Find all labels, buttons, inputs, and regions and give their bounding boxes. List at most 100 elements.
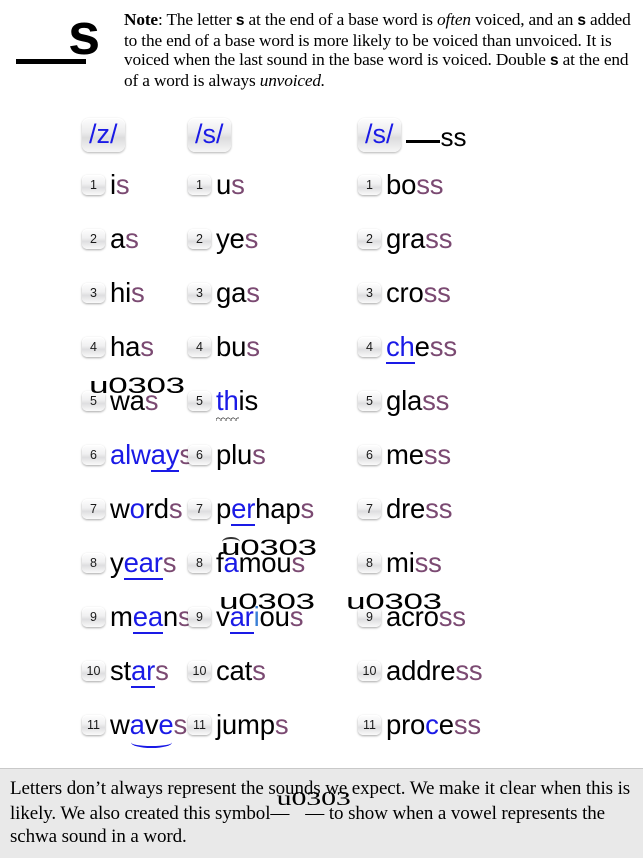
row-number: 9 <box>188 607 211 627</box>
page-title: s <box>68 2 101 67</box>
page-header: s Note: The letter s at the end of a bas… <box>0 0 643 112</box>
word-famous: famous <box>216 537 305 578</box>
row-number: 2 <box>188 229 211 249</box>
word-row[interactable]: 9 means <box>82 590 192 644</box>
word-his: his <box>110 277 145 308</box>
word-is: is <box>110 169 130 200</box>
word-row[interactable]: 7 dress <box>358 482 643 536</box>
word-row[interactable]: 3 gas <box>188 266 350 320</box>
word-us: us <box>216 169 245 200</box>
footer-band: Letters don’t always represent the sound… <box>0 768 643 858</box>
row-number: 5 <box>82 391 105 411</box>
word-bus: bus <box>216 331 260 362</box>
word-glass: glass <box>386 385 450 416</box>
word-row[interactable]: 9across <box>358 590 643 644</box>
schwa-symbol-icon <box>289 800 305 819</box>
word-columns: /z/ 1is 2as 3his 4has 5was 6always 7word… <box>0 112 643 752</box>
row-number: 1 <box>188 175 211 195</box>
column-header-row-s: /s/ <box>188 112 350 158</box>
word-row[interactable]: 4 has <box>82 320 180 374</box>
word-row[interactable]: 1 is <box>82 158 180 212</box>
blank-line <box>405 139 440 143</box>
word-row[interactable]: 8 years <box>82 536 180 590</box>
row-number: 6 <box>82 445 105 465</box>
word-row[interactable]: 5 glass <box>358 374 643 428</box>
chip-suffix-label: ss <box>440 121 467 152</box>
word-boss: boss <box>386 169 444 200</box>
row-number: 10 <box>82 661 105 681</box>
word-plus: plus <box>216 439 266 470</box>
note-body: : The letter s at the end of a base word… <box>124 10 631 90</box>
row-number: 9 <box>82 607 105 627</box>
row-number: 2 <box>358 229 381 249</box>
word-stars: stars <box>110 655 169 688</box>
row-number: 3 <box>188 283 211 303</box>
word-row[interactable]: 3 cross <box>358 266 643 320</box>
word-perhaps: perhaps <box>216 493 315 526</box>
word-row[interactable]: 10 stars <box>82 644 180 698</box>
row-number: 11 <box>358 715 381 735</box>
word-row[interactable]: 1 us <box>188 158 350 212</box>
word-row[interactable]: 5was <box>82 374 180 428</box>
row-number: 6 <box>358 445 381 465</box>
row-number: 3 <box>82 283 105 303</box>
word-row[interactable]: 6 plus <box>188 428 350 482</box>
word-row[interactable]: 11 jumps <box>188 698 350 752</box>
footer-text: Letters don’t always represent the sound… <box>10 777 633 848</box>
row-number: 1 <box>82 175 105 195</box>
word-row[interactable]: 3 his <box>82 266 180 320</box>
chip-suffix-ss: ss <box>405 121 467 153</box>
word-row[interactable]: 9various <box>188 590 350 644</box>
word-row[interactable]: 10 address <box>358 644 643 698</box>
row-number: 5 <box>358 391 381 411</box>
row-number: 10 <box>358 661 381 681</box>
row-number: 4 <box>358 337 381 357</box>
word-row[interactable]: 10 cats <box>188 644 350 698</box>
word-row[interactable]: 8famous <box>188 536 350 590</box>
word-miss: miss <box>386 547 442 578</box>
word-grass: grass <box>386 223 453 254</box>
word-row[interactable]: 5 this <box>188 374 350 428</box>
row-number: 10 <box>188 661 211 681</box>
word-jumps: jumps <box>216 709 289 740</box>
row-number: 11 <box>188 715 211 735</box>
footer-line-1: Letters don’t always represent the sound… <box>10 778 480 799</box>
phoneme-chip-z: /z/ <box>82 118 125 152</box>
word-row[interactable]: 7 words <box>82 482 183 536</box>
note-paragraph: Note: The letter s at the end of a base … <box>124 4 633 90</box>
word-cats: cats <box>216 655 266 686</box>
row-number: 8 <box>188 553 211 573</box>
word-words: words <box>110 493 183 524</box>
word-gas: gas <box>216 277 260 308</box>
word-dress: dress <box>386 493 453 524</box>
word-row[interactable]: 11 waves <box>82 698 187 752</box>
word-row[interactable]: 4 chess <box>358 320 643 374</box>
row-number: 5 <box>188 391 211 411</box>
column-s: /s/ 1 us 2 yes 3 gas 4 bus 5 this 6 plus 7 perh… <box>180 112 350 752</box>
word-process: process <box>386 709 481 740</box>
row-number: 3 <box>358 283 381 303</box>
word-row[interactable]: 6 mess <box>358 428 643 482</box>
word-chess: chess <box>386 331 457 364</box>
word-row[interactable]: 4 bus <box>188 320 350 374</box>
word-has: has <box>110 331 154 362</box>
word-row[interactable]: 2 grass <box>358 212 643 266</box>
word-waves: waves <box>110 709 188 748</box>
phoneme-chip-s: /s/ <box>188 118 231 152</box>
word-this: this <box>216 385 259 421</box>
row-number: 8 <box>358 553 381 573</box>
row-number: 4 <box>188 337 211 357</box>
word-row[interactable]: 6 always <box>82 428 193 482</box>
phoneme-chip-ss: /s/ <box>358 118 401 152</box>
word-as: as <box>110 223 139 254</box>
word-row[interactable]: 2 as <box>82 212 180 266</box>
row-number: 8 <box>82 553 105 573</box>
word-row[interactable]: 7 perhaps <box>188 482 350 536</box>
word-row[interactable]: 2 yes <box>188 212 350 266</box>
word-row[interactable]: 1 boss <box>358 158 643 212</box>
word-row[interactable]: 8 miss <box>358 536 643 590</box>
column-header-row-ss: /s/ ss <box>358 112 643 158</box>
column-ss: /s/ ss 1 boss 2 grass 3 cross 4 chess 5 glass… <box>350 112 643 752</box>
word-row[interactable]: 11 process <box>358 698 643 752</box>
word-cross: cross <box>386 277 451 308</box>
